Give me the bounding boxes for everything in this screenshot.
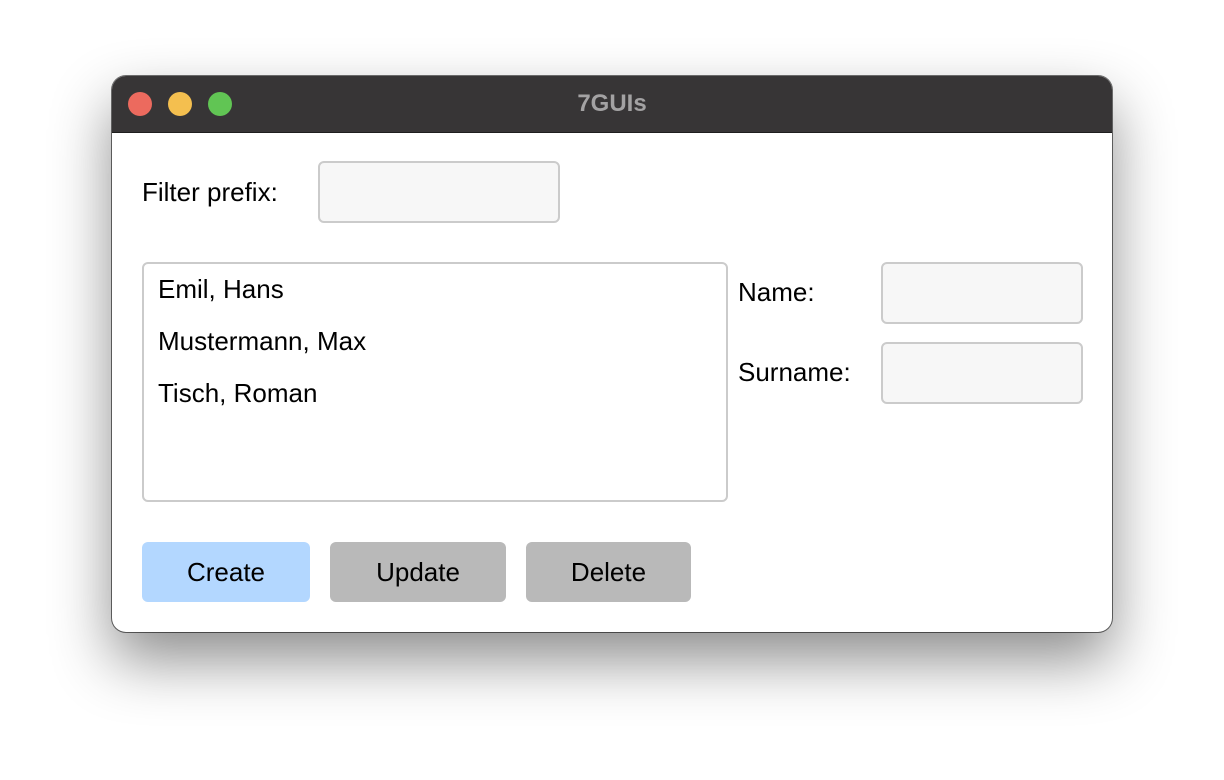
name-input[interactable]	[881, 262, 1083, 324]
create-button[interactable]: Create	[142, 542, 310, 602]
person-list[interactable]: Emil, Hans Mustermann, Max Tisch, Roman	[142, 262, 728, 502]
update-button[interactable]: Update	[330, 542, 506, 602]
filter-prefix-label: Filter prefix:	[142, 177, 278, 207]
surname-label: Surname:	[738, 357, 851, 387]
window-title: 7GUIs	[577, 90, 647, 117]
title-bar: 7GUIs	[112, 76, 1112, 133]
list-item[interactable]: Mustermann, Max	[158, 326, 366, 356]
surname-input[interactable]	[881, 342, 1083, 404]
list-item[interactable]: Tisch, Roman	[158, 378, 317, 408]
list-item[interactable]: Emil, Hans	[158, 274, 284, 304]
filter-prefix-input[interactable]	[318, 161, 560, 223]
name-label: Name:	[738, 277, 815, 307]
delete-button[interactable]: Delete	[526, 542, 691, 602]
app-window: 7GUIs Filter prefix: Emil, Hans Musterma…	[112, 76, 1112, 632]
